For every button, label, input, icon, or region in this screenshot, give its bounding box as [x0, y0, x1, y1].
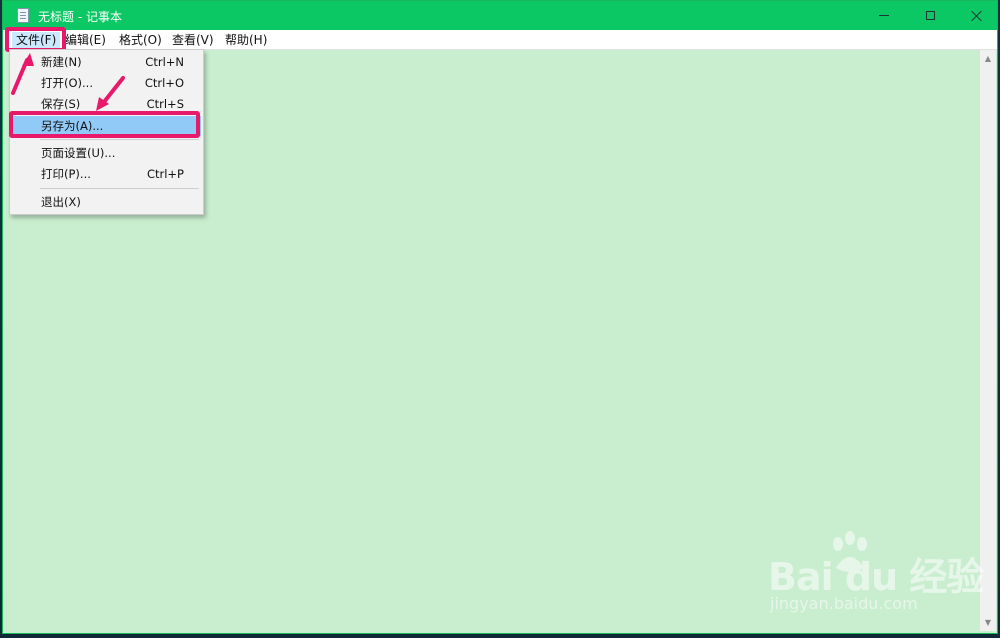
menu-bar: 文件(F) 编辑(E) 格式(O) 查看(V) 帮助(H): [3, 30, 997, 50]
menu-separator: [40, 139, 199, 140]
menu-item-print[interactable]: 打印(P)... Ctrl+P: [12, 164, 201, 184]
menu-format[interactable]: 格式(O): [115, 32, 166, 48]
menu-item-page-setup[interactable]: 页面设置(U)...: [12, 143, 201, 163]
menu-item-shortcut: Ctrl+N: [145, 55, 184, 69]
menu-item-label: 打印(P)...: [41, 167, 91, 181]
menu-item-open[interactable]: 打开(O)... Ctrl+O: [12, 73, 201, 93]
title-bar[interactable]: 无标题 - 记事本: [3, 1, 997, 30]
menu-item-exit[interactable]: 退出(X): [12, 192, 201, 212]
minimize-button[interactable]: [861, 1, 907, 30]
maximize-button[interactable]: [907, 1, 953, 30]
menu-item-label: 页面设置(U)...: [41, 146, 116, 160]
vertical-scrollbar[interactable]: ▲ ▼: [980, 50, 996, 631]
menu-item-shortcut: Ctrl+P: [146, 167, 184, 181]
close-button[interactable]: [953, 1, 999, 30]
close-icon: [971, 10, 982, 21]
menu-item-shortcut: Ctrl+O: [144, 76, 184, 90]
window-title: 无标题 - 记事本: [38, 10, 122, 24]
maximize-icon: [925, 11, 935, 20]
scroll-up-icon[interactable]: ▲: [980, 50, 996, 67]
menu-separator: [40, 188, 199, 189]
watermark-url: jingyan.baidu.com: [770, 594, 918, 613]
baidu-jingyan-watermark: Bai du 经验 jingyan.baidu.com: [768, 528, 984, 618]
notepad-icon: [17, 8, 29, 23]
menu-item-new[interactable]: 新建(N) Ctrl+N: [12, 52, 201, 72]
menu-item-label: 打开(O)...: [41, 76, 93, 90]
menu-item-label: 退出(X): [41, 195, 81, 209]
minimize-icon: [879, 15, 889, 16]
menu-item-label: 新建(N): [41, 55, 82, 69]
scroll-down-icon[interactable]: ▼: [980, 614, 996, 631]
save-as-highlight-box: [9, 111, 200, 138]
menu-edit[interactable]: 编辑(E): [61, 32, 110, 48]
menu-view[interactable]: 查看(V): [168, 32, 218, 48]
watermark-brand: Bai du 经验: [768, 555, 984, 599]
menu-help[interactable]: 帮助(H): [221, 32, 271, 48]
